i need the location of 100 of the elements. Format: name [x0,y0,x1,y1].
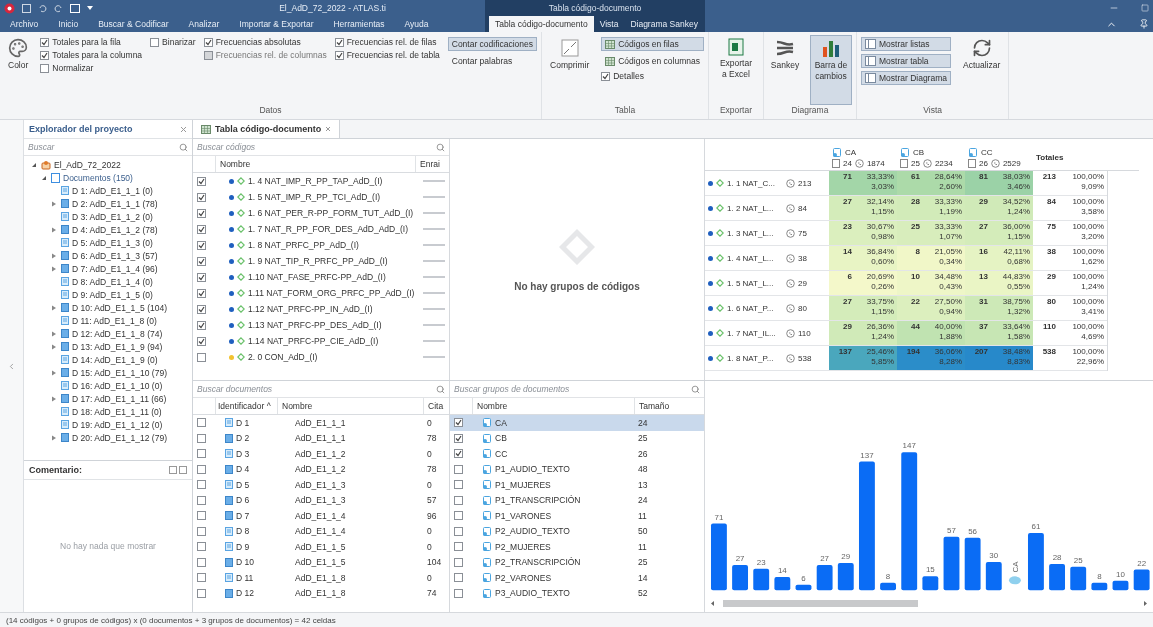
undo-icon[interactable] [38,3,47,13]
checkbox[interactable] [197,464,206,474]
tree-item[interactable]: D 14: AdD_E1_1_9 (0) [72,354,158,365]
checkbox[interactable] [197,495,206,505]
menu-tab[interactable]: Herramientas [323,16,395,32]
checkbox[interactable] [454,464,463,474]
pin-icon[interactable] [1139,19,1149,29]
document-id[interactable]: D 11 [236,572,254,583]
tree-item[interactable]: D 13: AdD_E1_1_9 (94) [72,341,163,352]
code-name[interactable]: 1.14 NAT_PRFC-PP_CIE_AdD_(I) [248,336,379,346]
checkbox[interactable] [197,573,206,583]
column-header[interactable]: CB [913,147,925,157]
code-name[interactable]: 1. 4 NAT_L... [727,253,783,263]
export-excel-button[interactable]: Exportar a Excel [712,35,759,105]
code-name[interactable]: 2. 0 CON_AdD_(I) [248,352,318,362]
menu-tab[interactable]: Diagrama Sankey [624,16,704,32]
checkbox[interactable] [197,557,206,567]
tree-item[interactable]: D 19: AdD_E1_1_12 (0) [72,419,163,430]
code-name[interactable]: 1.13 NAT_PRFC-PP_DES_AdD_(I) [248,320,382,330]
close-icon[interactable] [325,126,332,132]
document-id[interactable]: D 5 [236,479,250,490]
checkbox[interactable] [197,288,206,298]
code-name[interactable]: 1. 8 NAT_P... [727,353,783,363]
menu-tab[interactable]: Buscar & Codificar [88,16,179,32]
checkbox[interactable] [454,480,463,490]
checkbox[interactable] [203,37,213,47]
checkbox[interactable] [454,573,463,583]
checkbox[interactable] [197,256,206,266]
menu-tab[interactable]: Ayuda [394,16,439,32]
collapsed-caret-icon[interactable] [51,395,57,402]
horizontal-scrollbar[interactable] [709,599,1149,608]
collapsed-caret-icon[interactable] [51,304,57,311]
collapsed-caret-icon[interactable] [51,369,57,376]
diagram-button[interactable]: Barra de cambios [809,35,852,105]
checkbox[interactable] [197,272,206,282]
color-button[interactable]: Color [4,35,33,105]
document-id[interactable]: D 2 [236,433,250,444]
checkbox[interactable] [197,433,206,443]
checkbox[interactable] [197,336,206,346]
menu-tab[interactable]: Archivo [0,16,49,32]
checkbox[interactable] [454,418,463,428]
tree-item[interactable]: D 8: AdD_E1_1_4 (0) [72,276,153,287]
code-name[interactable]: 1. 1 NAT_C... [727,178,783,188]
column-header[interactable]: Tamaño [634,398,704,414]
tree-item[interactable]: D 11: AdD_E1_1_8 (0) [72,315,157,326]
document-id[interactable]: D 7 [236,510,250,521]
document-id[interactable]: D 4 [236,464,250,475]
checkbox[interactable] [40,63,50,73]
document-id[interactable]: D 3 [236,448,250,459]
collapsed-caret-icon[interactable] [51,226,57,233]
expanded-caret-icon[interactable] [41,174,47,181]
code-name[interactable]: 1.11 NAT_FORM_ORG_PRFC_PP_AdD_(I) [248,288,415,298]
checkbox[interactable] [454,588,463,598]
checkbox[interactable] [454,495,463,505]
checkbox[interactable] [601,71,611,81]
group-row[interactable]: P2_TRANSCRIPCIÓN 25 [450,554,704,570]
checkbox[interactable] [197,176,206,186]
menu-tab[interactable]: Tabla código-documento [489,16,594,32]
expanded-caret-icon[interactable] [31,161,37,168]
group-row[interactable]: CB 25 [450,430,704,446]
view-option[interactable]: Mostrar Diagrama [860,71,951,85]
refresh-button[interactable]: Actualizar [959,35,1005,105]
document-id[interactable]: D 8 [236,526,250,537]
group-row[interactable]: CC 26 [450,446,704,462]
count-option[interactable]: Contar codificaciones [447,37,537,51]
group-row[interactable]: CA 24 [450,415,704,431]
checkbox[interactable] [454,449,463,459]
layout-option[interactable]: Códigos en columnas [601,54,704,68]
group-row[interactable]: P2_MUJERES 11 [450,539,704,555]
group-row[interactable]: P1_TRANSCRIPCIÓN 24 [450,492,704,508]
tree-item[interactable]: D 3: AdD_E1_1_2 (0) [72,211,153,222]
column-header[interactable]: Enrai [415,156,449,172]
checkbox[interactable] [334,37,344,47]
tree-item[interactable]: D 4: AdD_E1_1_2 (78) [72,224,158,235]
tree-item[interactable]: D 18: AdD_E1_1_11 (0) [72,406,162,417]
document-id[interactable]: D 1 [236,417,250,428]
code-name[interactable]: 1. 8 NAT_PRFC_PP_AdD_(I) [248,240,359,250]
document-tab[interactable]: Tabla código-documento [193,120,341,138]
search-icon[interactable] [179,142,188,152]
group-row[interactable]: P1_VARONES 11 [450,508,704,524]
checkbox[interactable] [197,320,206,330]
code-name[interactable]: 1. 6 NAT_P... [727,303,783,313]
checkbox[interactable] [197,588,206,598]
checkbox[interactable] [197,224,206,234]
checkbox[interactable] [197,480,206,490]
tree-item[interactable]: D 7: AdD_E1_1_4 (96) [72,263,158,274]
code-name[interactable]: 1. 6 NAT_PER_R-PP_FORM_TUT_AdD_(I) [248,208,414,218]
group-row[interactable]: P2_VARONES 14 [450,570,704,586]
checkbox[interactable] [454,557,463,567]
checkbox[interactable] [197,352,206,362]
collapsed-caret-icon[interactable] [51,434,57,441]
column-header[interactable]: CC [981,147,993,157]
close-icon[interactable] [180,125,187,133]
checkbox[interactable] [334,50,344,60]
tree-item[interactable]: D 9: AdD_E1_1_5 (0) [72,289,153,300]
menu-tab[interactable]: Analizar [178,16,230,32]
search-icon[interactable] [436,142,445,152]
code-name[interactable]: 1. 5 NAT_IMP_R_PP_TCI_AdD_(I) [248,192,381,202]
code-name[interactable]: 1. 4 NAT_IMP_R_PP_TAP_AdD_(I) [248,176,383,186]
expand-panel-icon[interactable] [7,361,16,371]
